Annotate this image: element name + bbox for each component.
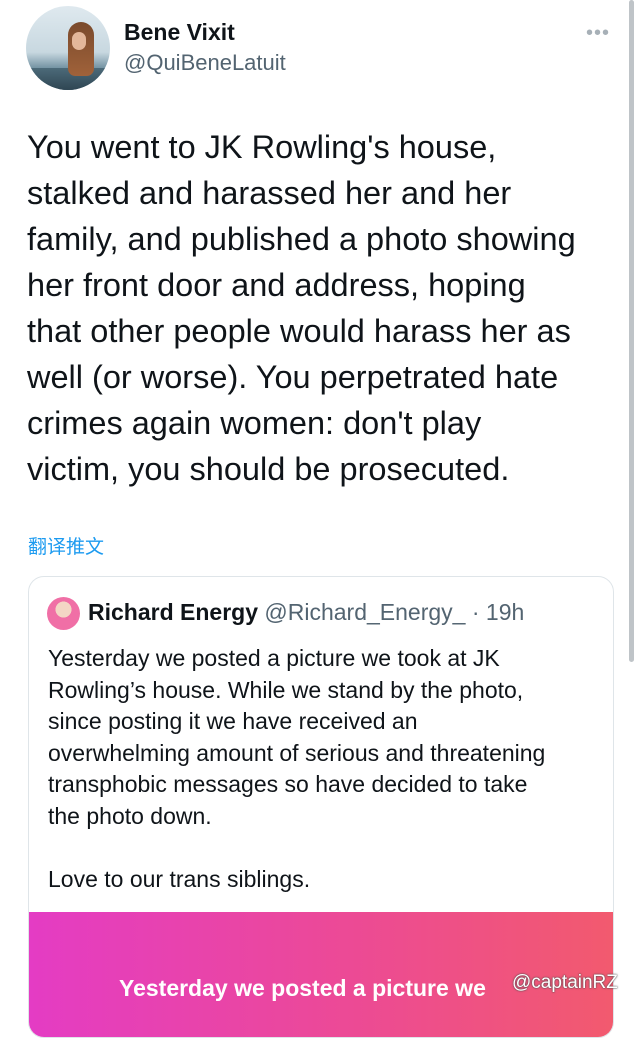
quoted-tweet-text: Yesterday we posted a picture we took at… bbox=[48, 645, 546, 892]
quoted-author-name: Richard Energy bbox=[88, 599, 258, 625]
quoted-image-caption: Yesterday we posted a picture we bbox=[119, 975, 486, 1001]
translate-tweet-link[interactable]: 翻译推文 bbox=[28, 532, 104, 559]
author-display-name[interactable]: Bene Vixit bbox=[124, 19, 235, 46]
more-options-icon[interactable]: ••• bbox=[586, 22, 610, 45]
quoted-tweet-card[interactable]: Richard Energy @Richard_Energy_ · 19h Ye… bbox=[28, 576, 614, 1038]
quoted-tweet-header: Richard Energy @Richard_Energy_ · 19h bbox=[88, 599, 524, 626]
avatar-face bbox=[72, 32, 86, 50]
scrollbar[interactable] bbox=[629, 0, 634, 662]
author-handle[interactable]: @QuiBeneLatuit bbox=[124, 50, 286, 76]
quoted-author-avatar bbox=[47, 597, 80, 630]
watermark-text: @captainRZ bbox=[512, 972, 618, 993]
author-avatar[interactable] bbox=[26, 6, 110, 90]
tweet-body-text: You went to JK Rowling's house, stalked … bbox=[27, 129, 576, 487]
quoted-author-handle: @Richard_Energy_ bbox=[264, 599, 466, 625]
quoted-tweet-time: 19h bbox=[485, 599, 525, 625]
meta-separator: · bbox=[465, 599, 486, 625]
